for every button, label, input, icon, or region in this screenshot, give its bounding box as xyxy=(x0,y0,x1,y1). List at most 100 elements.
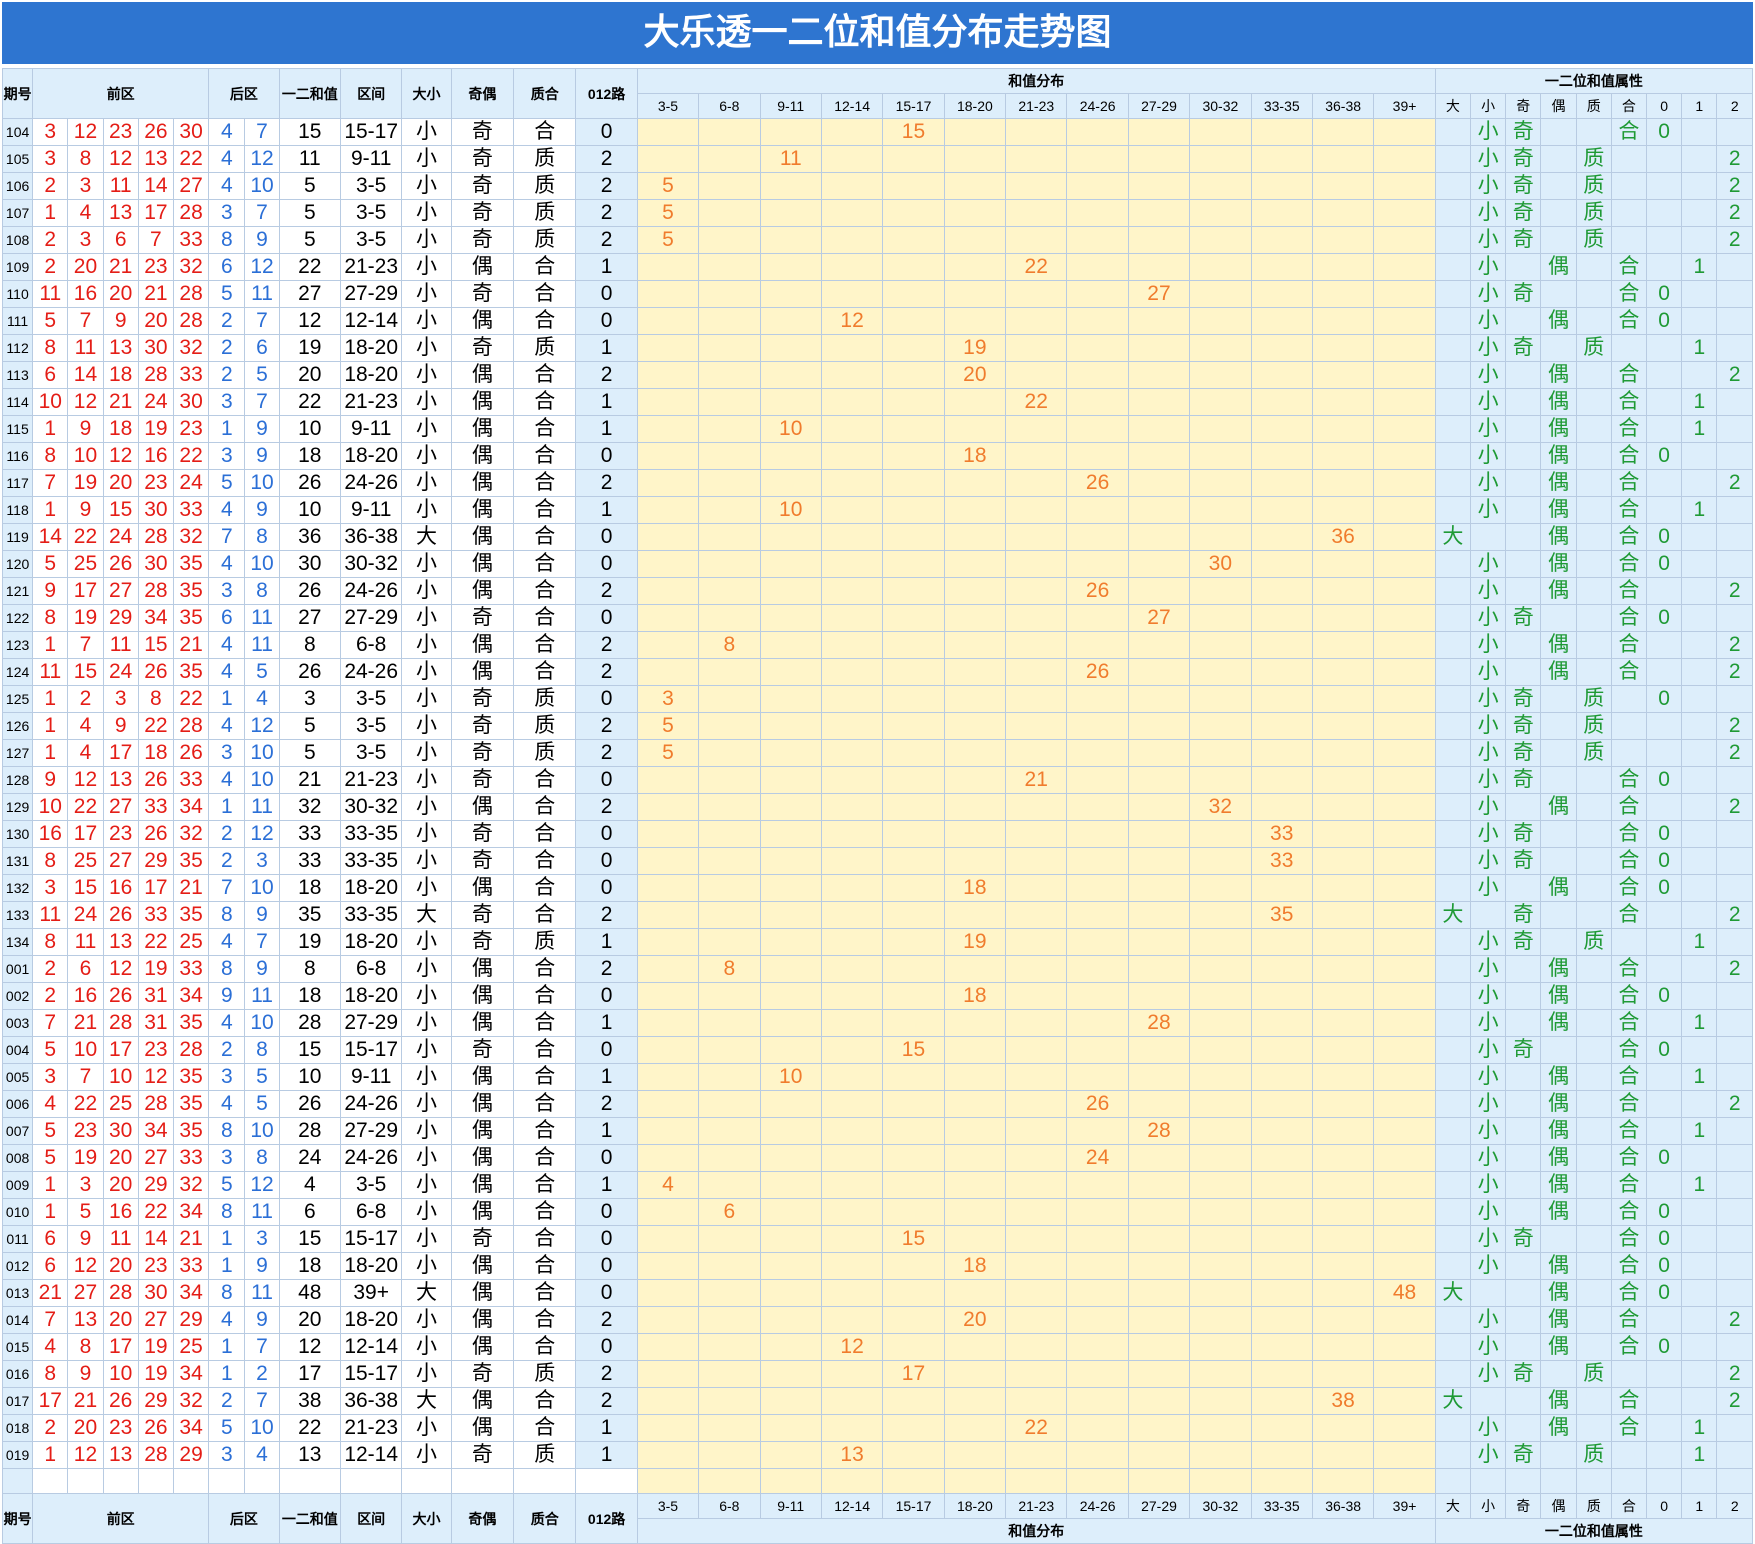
distribution-cell xyxy=(943,496,1007,524)
attribute-cell: 1 xyxy=(1681,415,1718,443)
distribution-cell xyxy=(1005,1387,1068,1415)
distribution-cell xyxy=(1066,226,1129,254)
interval-cell: 21-23 xyxy=(339,766,403,794)
attribute-cell xyxy=(1434,685,1472,713)
front-number: 21 xyxy=(67,1009,104,1037)
distribution-cell xyxy=(1311,685,1375,713)
attribute-cell: 偶 xyxy=(1540,496,1577,524)
size-cell: 小 xyxy=(401,1198,452,1226)
distribution-cell xyxy=(698,1279,761,1307)
distribution-cell xyxy=(1005,280,1068,308)
back-number: 8 xyxy=(208,226,246,254)
front-number: 28 xyxy=(102,1009,139,1037)
size-cell: 小 xyxy=(401,1036,452,1064)
draw-row: 002 2 16 26 31 34 9 11 18 18-20 小偶合 0 18 小偶合 0 xyxy=(1,982,1753,1010)
distribution-cell xyxy=(1311,1414,1375,1442)
parity-cell: 偶 xyxy=(450,253,515,281)
distribution-cell xyxy=(1189,1009,1252,1037)
distribution-cell xyxy=(1311,226,1375,254)
attribute-cell: 大 xyxy=(1434,901,1472,929)
distribution-cell xyxy=(636,631,700,659)
front-number: 9 xyxy=(67,1360,104,1388)
distribution-cell xyxy=(1373,928,1436,956)
attribute-cell: 偶 xyxy=(1540,253,1577,281)
front-number: 5 xyxy=(32,307,69,335)
interval-cell: 15-17 xyxy=(339,1036,403,1064)
attribute-cell: 2 xyxy=(1716,226,1753,254)
attribute-cell: 大 xyxy=(1434,1279,1472,1307)
distribution-cell xyxy=(698,1225,761,1253)
attribute-cell: 0 xyxy=(1646,118,1683,146)
attribute-cell xyxy=(1681,1333,1718,1361)
attribute-cell: 偶 xyxy=(1540,1387,1577,1415)
distribution-cell xyxy=(1005,550,1068,578)
attribute-cell xyxy=(1716,1009,1753,1037)
distribution-cell xyxy=(1250,1144,1313,1172)
draw-row: 016 8 9 10 19 34 1 2 17 15-17 小奇质 2 17 小奇质 2 xyxy=(1,1360,1753,1388)
draw-row: 127 1 4 17 18 26 3 10 5 3-5 小奇质 2 5 小奇质 2 xyxy=(1,739,1753,767)
distribution-cell xyxy=(1189,631,1252,659)
distribution-cell xyxy=(759,388,822,416)
front-number: 8 xyxy=(32,334,69,362)
back-number: 9 xyxy=(244,415,280,443)
attribute-cell: 合 xyxy=(1610,550,1648,578)
draw-row: 123 1 7 11 15 21 4 11 8 6-8 小偶合 2 8 小偶合 2 xyxy=(1,631,1753,659)
attribute-cell: 0 xyxy=(1646,1198,1683,1226)
distribution-cell xyxy=(1373,307,1436,335)
attribute-cell: 小 xyxy=(1469,685,1507,713)
draw-row: 010 1 5 16 22 34 8 11 6 6-8 小偶合 0 6 小偶合 0 xyxy=(1,1198,1753,1226)
attribute-cell xyxy=(1505,874,1542,902)
size-cell: 小 xyxy=(401,739,452,767)
period-cell: 116 xyxy=(1,442,34,470)
period-cell: 128 xyxy=(1,766,34,794)
attribute-cell: 合 xyxy=(1610,1414,1648,1442)
distribution-cell xyxy=(820,253,884,281)
distribution-cell xyxy=(943,820,1007,848)
distribution-cell xyxy=(820,442,884,470)
size-cell: 小 xyxy=(401,1414,452,1442)
parity-cell: 奇 xyxy=(450,334,515,362)
distribution-cell xyxy=(636,469,700,497)
range-header: 15-17 xyxy=(882,93,945,119)
front-number: 1 xyxy=(32,199,69,227)
sum-cell: 26 xyxy=(278,658,342,686)
attribute-cell: 小 xyxy=(1469,847,1507,875)
distribution-cell xyxy=(1250,307,1313,335)
distribution-cell xyxy=(1005,442,1068,470)
front-number: 8 xyxy=(32,847,69,875)
sum-cell: 5 xyxy=(278,226,342,254)
distribution-cell xyxy=(1373,577,1436,605)
draw-row: 019 1 12 13 28 29 3 4 13 12-14 小奇质 1 13 小奇质 1 xyxy=(1,1441,1753,1469)
attribute-cell xyxy=(1540,1036,1577,1064)
distribution-cell xyxy=(820,523,884,551)
back-number: 5 xyxy=(208,469,246,497)
attribute-cell xyxy=(1681,1036,1718,1064)
distribution-cell: 3 xyxy=(636,685,700,713)
distribution-cell xyxy=(1005,1063,1068,1091)
attribute-cell xyxy=(1610,1360,1648,1388)
distribution-cell xyxy=(1127,334,1191,362)
interval-cell: 21-23 xyxy=(339,1414,403,1442)
distribution-cell xyxy=(943,280,1007,308)
back-number: 4 xyxy=(244,685,280,713)
route-header: 012路 xyxy=(575,1493,638,1544)
distribution-cell: 27 xyxy=(1127,604,1191,632)
attribute-cell: 合 xyxy=(1610,361,1648,389)
size-cell: 小 xyxy=(401,1333,452,1361)
distribution-cell xyxy=(1250,172,1313,200)
attribute-cell: 偶 xyxy=(1540,1279,1577,1307)
attribute-cell: 质 xyxy=(1575,928,1612,956)
distribution-cell xyxy=(1250,1009,1313,1037)
distribution-cell xyxy=(882,1090,945,1118)
attribute-cell xyxy=(1540,118,1577,146)
route-cell: 1 xyxy=(575,496,638,524)
distribution-cell: 18 xyxy=(943,442,1007,470)
attribute-cell xyxy=(1575,1117,1612,1145)
attribute-cell xyxy=(1505,388,1542,416)
attribute-cell xyxy=(1540,604,1577,632)
front-number: 35 xyxy=(172,1090,210,1118)
back-number: 2 xyxy=(208,1036,246,1064)
distribution-cell xyxy=(1005,874,1068,902)
spacer-cell xyxy=(450,1468,515,1494)
attribute-cell: 2 xyxy=(1716,793,1753,821)
